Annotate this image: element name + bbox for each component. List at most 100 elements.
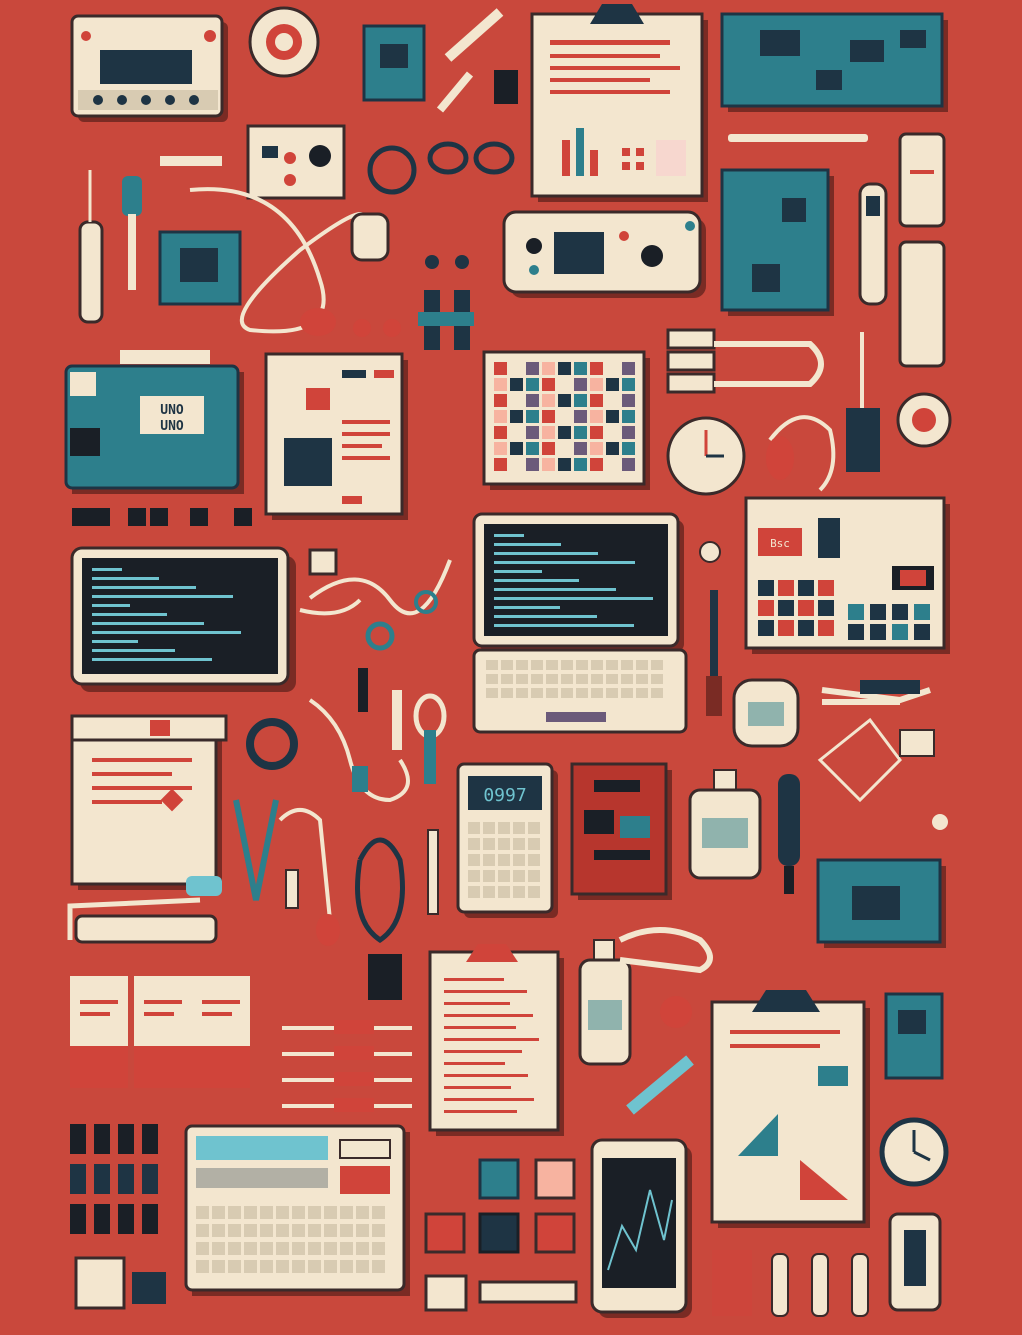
code-line — [92, 568, 122, 571]
terminal-key — [260, 1206, 273, 1219]
terminal-key — [356, 1206, 369, 1219]
notebook — [70, 714, 228, 890]
terminal-key — [244, 1242, 257, 1255]
label-line — [80, 1000, 118, 1004]
key — [486, 660, 498, 670]
pad — [778, 600, 794, 616]
palette-swatch — [558, 378, 571, 391]
pad — [778, 620, 794, 636]
terminal-key — [212, 1224, 225, 1237]
code-line — [494, 570, 542, 573]
calc-key — [528, 886, 540, 898]
terminal-key — [212, 1206, 225, 1219]
key — [591, 674, 603, 684]
terminal-key — [196, 1242, 209, 1255]
key — [606, 688, 618, 698]
pad — [848, 624, 864, 640]
terminal-key — [244, 1206, 257, 1219]
palette-swatch — [574, 442, 587, 455]
terminal-key — [308, 1206, 321, 1219]
key — [546, 674, 558, 684]
calculator: 0997 — [456, 762, 558, 918]
key — [486, 688, 498, 698]
code-line — [494, 543, 561, 546]
terminal-key — [324, 1260, 337, 1273]
terminal-key — [276, 1224, 289, 1237]
palette-swatch — [606, 394, 619, 407]
calc-key — [468, 854, 480, 866]
pad — [798, 620, 814, 636]
key — [516, 674, 528, 684]
code-line — [92, 658, 212, 661]
terminal-key — [308, 1260, 321, 1273]
palette-swatch — [606, 378, 619, 391]
pad — [758, 620, 774, 636]
pad — [798, 580, 814, 596]
palette-swatch — [590, 458, 603, 471]
connector — [334, 1046, 374, 1060]
pad — [914, 604, 930, 620]
terminal-key — [212, 1260, 225, 1273]
check-line — [444, 990, 527, 993]
battery-cell — [94, 1164, 110, 1194]
check-line — [444, 1086, 511, 1089]
terminal-key — [228, 1260, 241, 1273]
calculator-display: 0997 — [483, 785, 526, 806]
palette-swatch — [558, 442, 571, 455]
tablet — [590, 1138, 692, 1318]
palette-swatch — [526, 442, 539, 455]
document — [264, 352, 408, 520]
key — [606, 660, 618, 670]
reagent-bottles — [70, 976, 250, 1088]
key — [576, 660, 588, 670]
calc-key — [528, 838, 540, 850]
calc-key — [498, 838, 510, 850]
terminal-key — [356, 1260, 369, 1273]
code-line — [92, 649, 175, 652]
key — [516, 660, 528, 670]
terminal-key — [292, 1242, 305, 1255]
terminal-key — [340, 1224, 353, 1237]
terminal-key — [196, 1206, 209, 1219]
label-line — [144, 1012, 174, 1016]
palette-swatch — [542, 378, 555, 391]
pad — [870, 624, 886, 640]
palette-swatch — [606, 458, 619, 471]
code-line — [494, 624, 634, 627]
bottle-fill — [192, 1046, 250, 1088]
palette-swatch — [526, 458, 539, 471]
pad — [892, 604, 908, 620]
terminal-key — [324, 1224, 337, 1237]
clipboard-checklist — [428, 944, 564, 1136]
calc-key — [468, 822, 480, 834]
usb-drive — [888, 1212, 942, 1312]
battery-cell — [70, 1164, 86, 1194]
key — [501, 674, 513, 684]
calc-key — [498, 886, 510, 898]
pad — [798, 600, 814, 616]
check-line — [444, 1002, 510, 1005]
terminal-key — [356, 1224, 369, 1237]
key — [561, 674, 573, 684]
palette-swatch — [622, 458, 635, 471]
palette-swatch — [542, 458, 555, 471]
palette-swatch — [590, 442, 603, 455]
palette-swatch — [590, 394, 603, 407]
battery-cell — [118, 1204, 134, 1234]
calc-key — [513, 870, 525, 882]
label-line — [202, 1000, 240, 1004]
pad — [818, 600, 834, 616]
key — [576, 688, 588, 698]
code-line — [494, 579, 579, 582]
calc-key — [498, 870, 510, 882]
palette-swatch — [494, 426, 507, 439]
key — [651, 660, 663, 670]
terminal-key — [276, 1206, 289, 1219]
device-tag: Bsc — [770, 537, 790, 550]
terminal-key — [308, 1242, 321, 1255]
terminal-key — [324, 1242, 337, 1255]
calc-key — [513, 838, 525, 850]
terminal-key — [356, 1242, 369, 1255]
palette-swatch — [558, 458, 571, 471]
code-line — [92, 640, 138, 643]
